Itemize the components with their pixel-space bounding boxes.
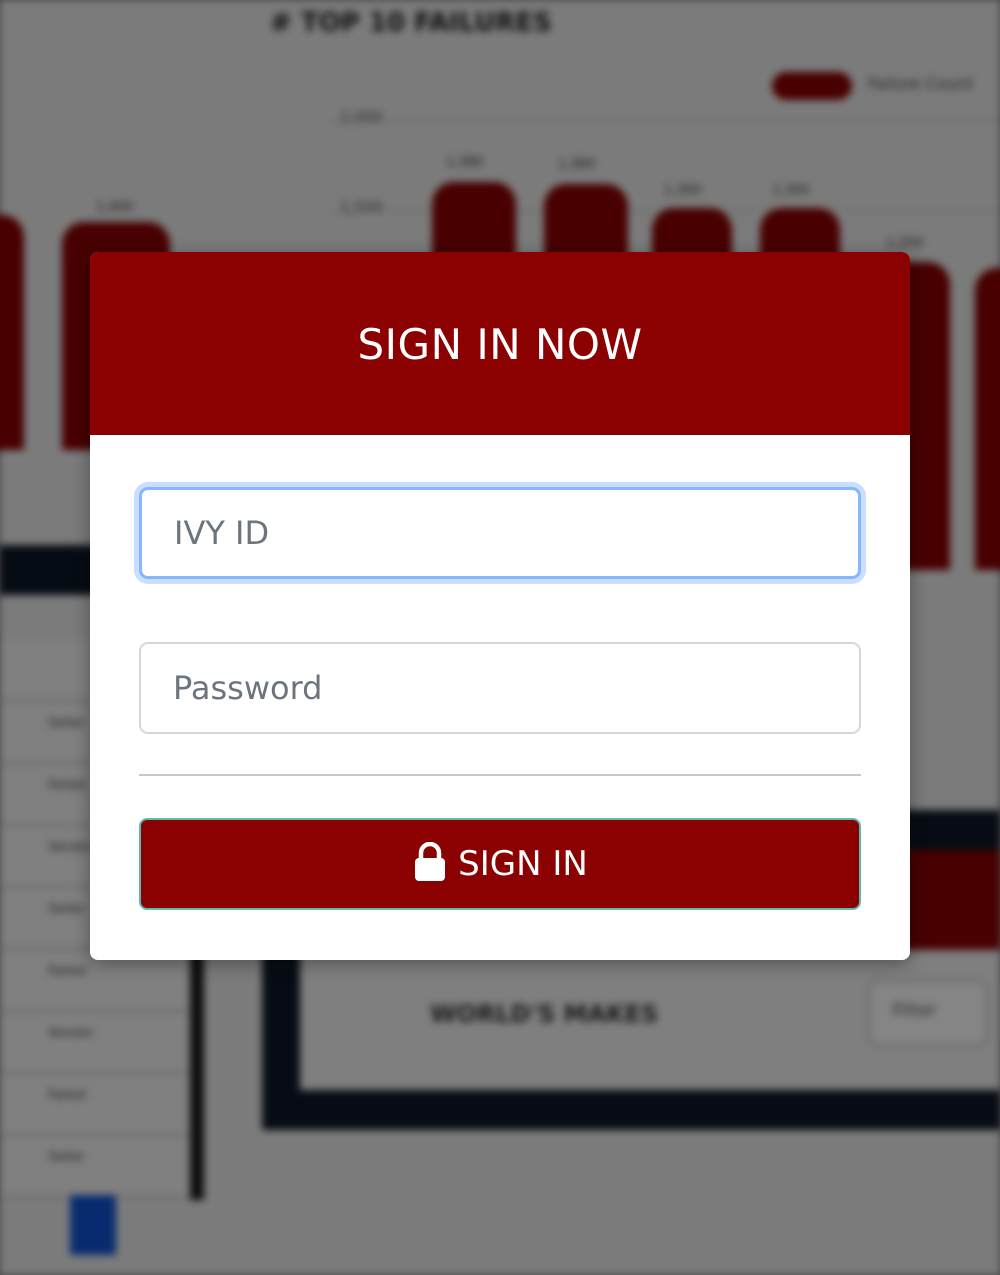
password-input[interactable] xyxy=(139,642,861,734)
divider xyxy=(139,774,861,776)
modal-header: SIGN IN NOW xyxy=(90,252,910,435)
signin-modal: SIGN IN NOW SIGN IN xyxy=(90,252,910,960)
lock-icon xyxy=(412,842,448,882)
modal-title: SIGN IN NOW xyxy=(357,320,643,369)
modal-body: SIGN IN xyxy=(90,435,910,910)
sign-in-button-label: SIGN IN xyxy=(458,844,588,884)
ivy-id-input[interactable] xyxy=(139,487,861,579)
sign-in-button[interactable]: SIGN IN xyxy=(139,818,861,910)
